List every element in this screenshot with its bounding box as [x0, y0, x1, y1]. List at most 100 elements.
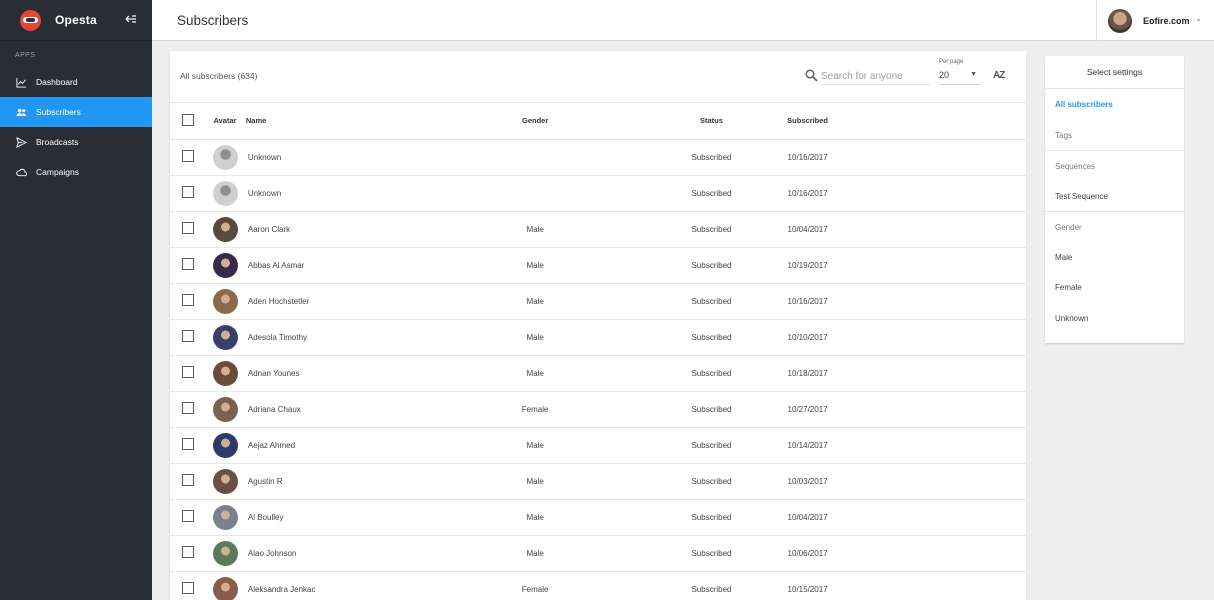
subscriber-name[interactable]: Abbas Al Asmar	[246, 261, 304, 270]
avatar	[213, 432, 239, 458]
subscriber-name[interactable]: Adesola Timothy	[246, 333, 307, 342]
people-icon	[15, 106, 27, 118]
subscriber-name[interactable]: Alao Johnson	[246, 549, 296, 558]
subscriber-name[interactable]: Adnan Younes	[246, 369, 300, 378]
row-checkbox[interactable]	[182, 330, 194, 342]
row-checkbox-cell	[170, 175, 214, 212]
user-menu[interactable]: Eofire.com ⌄	[1096, 0, 1214, 41]
sidebar-item-subscribers[interactable]: Subscribers	[0, 97, 152, 127]
table-row[interactable]: Aejaz Ahmed Male Subscribed 10/14/2017	[170, 427, 1026, 464]
sidebar-item-label: Subscribers	[36, 107, 81, 117]
gender-cell: Male	[434, 463, 636, 500]
name-cell: Aleksandra Jenkac	[245, 571, 435, 600]
row-checkbox[interactable]	[182, 582, 194, 594]
sidebar-item-campaigns[interactable]: Campaigns	[0, 157, 152, 187]
row-checkbox[interactable]	[182, 222, 194, 234]
sidebar-item-dashboard[interactable]: Dashboard	[0, 67, 152, 97]
row-checkbox[interactable]	[182, 258, 194, 270]
table-row[interactable]: Aaron Clark Male Subscribed 10/04/2017	[170, 211, 1026, 248]
subscribed-date-cell: 10/27/2017	[787, 391, 1026, 428]
subscriber-name[interactable]: Aaron Clark	[246, 225, 290, 234]
avatar	[213, 288, 239, 314]
column-header-status[interactable]: Status	[635, 103, 788, 140]
column-header-name[interactable]: Name	[245, 103, 435, 140]
filter-test-sequence[interactable]: Test Sequence	[1045, 181, 1184, 212]
table-row[interactable]: Unknown Subscribed 10/16/2017	[170, 175, 1026, 212]
row-checkbox-cell	[170, 463, 214, 500]
table-row[interactable]: Adnan Younes Male Subscribed 10/18/2017	[170, 355, 1026, 392]
subscriber-name[interactable]: Adriana Chaux	[246, 405, 301, 414]
avatar-cell	[213, 427, 246, 464]
row-checkbox[interactable]	[182, 474, 194, 486]
row-checkbox[interactable]	[182, 150, 194, 162]
row-checkbox[interactable]	[182, 294, 194, 306]
table-row[interactable]: Al Boulley Male Subscribed 10/04/2017	[170, 499, 1026, 536]
filter-gender[interactable]: Gender	[1045, 211, 1184, 242]
table-row[interactable]: Aleksandra Jenkac Female Subscribed 10/15/2…	[170, 571, 1026, 600]
name-cell: Agustin R	[245, 463, 435, 500]
filter-female[interactable]: Female	[1045, 272, 1184, 303]
table-row[interactable]: Agustin R Male Subscribed 10/03/2017	[170, 463, 1026, 500]
sidebar-item-broadcasts[interactable]: Broadcasts	[0, 127, 152, 157]
subscriber-name[interactable]: Aejaz Ahmed	[246, 441, 295, 450]
subscriber-name[interactable]: Aden Hochstetler	[246, 297, 309, 306]
name-cell: Alao Johnson	[245, 535, 435, 572]
status-cell: Subscribed	[635, 355, 788, 392]
status-cell: Subscribed	[635, 247, 788, 284]
avatar	[213, 468, 239, 494]
subscriber-name[interactable]: Unknown	[246, 153, 281, 162]
table-header-row: Avatar Name Gender Status Subscribed	[170, 103, 1026, 140]
row-checkbox[interactable]	[182, 366, 194, 378]
table-row[interactable]: Unknown Subscribed 10/16/2017	[170, 139, 1026, 176]
subscriber-name[interactable]: Agustin R	[246, 477, 283, 486]
table-row[interactable]: Abbas Al Asmar Male Subscribed 10/19/2017	[170, 247, 1026, 284]
avatar-cell	[213, 247, 246, 284]
sidebar-item-label: Campaigns	[36, 167, 79, 177]
filter-sequences[interactable]: Sequences	[1045, 150, 1184, 181]
subscribed-date-cell: 10/03/2017	[787, 463, 1026, 500]
filter-tags[interactable]: Tags	[1045, 120, 1184, 151]
row-checkbox[interactable]	[182, 438, 194, 450]
gender-cell: Male	[434, 355, 636, 392]
select-all-checkbox[interactable]	[182, 113, 194, 126]
per-page-select[interactable]: 20 ▼	[939, 70, 981, 85]
subscriber-name[interactable]: Aleksandra Jenkac	[246, 585, 316, 594]
row-checkbox[interactable]	[182, 186, 194, 198]
avatar-cell	[213, 535, 246, 572]
user-avatar	[1108, 8, 1132, 33]
page-title: Subscribers	[177, 13, 249, 28]
name-cell: Abbas Al Asmar	[245, 247, 435, 284]
subscribed-date-cell: 10/14/2017	[787, 427, 1026, 464]
table-row[interactable]: Alao Johnson Male Subscribed 10/06/2017	[170, 535, 1026, 572]
sort-alpha-icon[interactable]: AZ	[993, 70, 1005, 81]
filter-all-subscribers[interactable]: All subscribers	[1045, 89, 1184, 120]
filter-unknown[interactable]: Unknown	[1045, 303, 1184, 334]
subscribed-date-cell: 10/19/2017	[787, 247, 1026, 284]
column-header-subscribed[interactable]: Subscribed	[787, 103, 1026, 140]
filter-male[interactable]: Male	[1045, 242, 1184, 273]
subscriber-name[interactable]: Unknown	[246, 189, 281, 198]
subscriber-name[interactable]: Al Boulley	[246, 513, 284, 522]
table-row[interactable]: Aden Hochstetler Male Subscribed 10/16/2017	[170, 283, 1026, 320]
table-row[interactable]: Adriana Chaux Female Subscribed 10/27/2017	[170, 391, 1026, 428]
name-cell: Aaron Clark	[245, 211, 435, 248]
search-input[interactable]	[821, 69, 931, 85]
subscribed-date-cell: 10/15/2017	[787, 571, 1026, 600]
row-checkbox[interactable]	[182, 510, 194, 522]
subscribed-date-cell: 10/16/2017	[787, 175, 1026, 212]
chart-line-icon	[15, 76, 27, 88]
apps-section-label: APPS	[15, 52, 36, 59]
avatar-cell	[213, 283, 246, 320]
subscribed-date-cell: 10/10/2017	[787, 319, 1026, 356]
name-cell: Aden Hochstetler	[245, 283, 435, 320]
collapse-sidebar-icon[interactable]	[124, 13, 138, 27]
row-checkbox[interactable]	[182, 402, 194, 414]
gender-cell: Male	[434, 211, 636, 248]
select-all-cell	[170, 103, 214, 140]
status-cell: Subscribed	[635, 427, 788, 464]
avatar-cell	[213, 319, 246, 356]
table-row[interactable]: Adesola Timothy Male Subscribed 10/10/2017	[170, 319, 1026, 356]
row-checkbox[interactable]	[182, 546, 194, 558]
row-checkbox-cell	[170, 571, 214, 600]
column-header-gender[interactable]: Gender	[434, 103, 636, 140]
